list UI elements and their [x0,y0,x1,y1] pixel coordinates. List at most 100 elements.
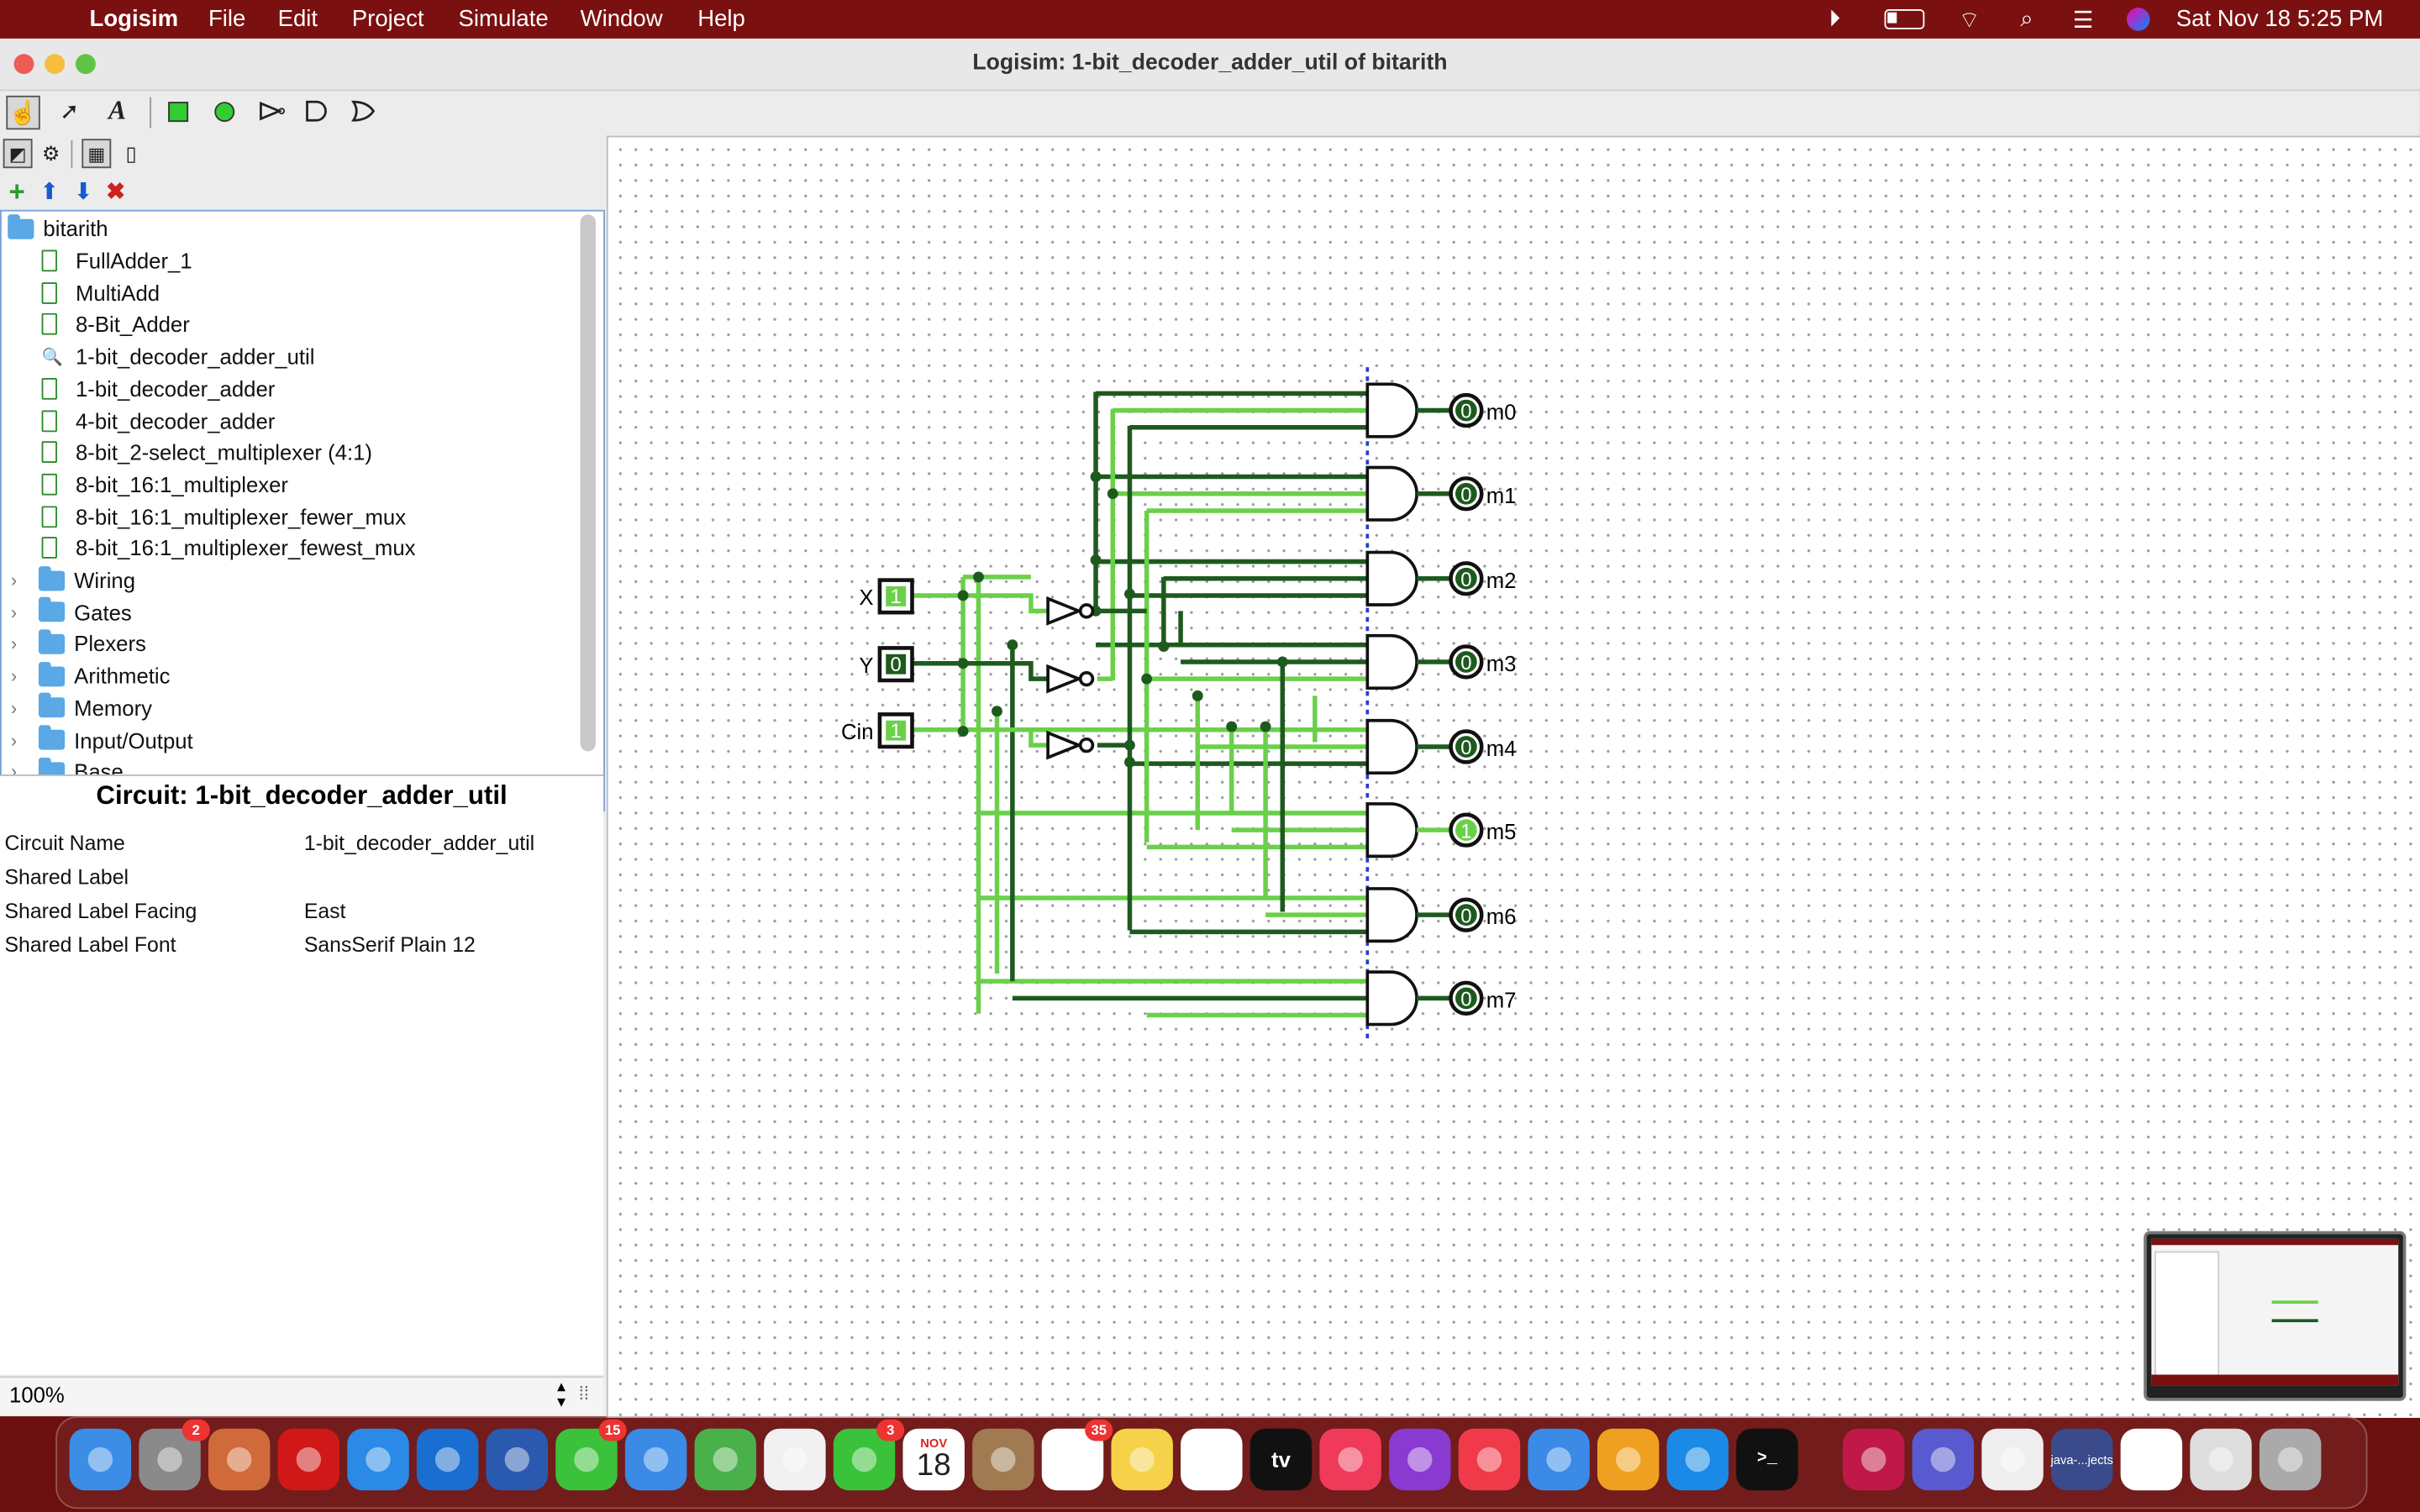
dock-app-podcasts[interactable] [1389,1428,1451,1491]
dock-app-word[interactable] [486,1428,549,1491]
menu-simulate[interactable]: Simulate [458,6,548,32]
project-root[interactable]: bitarith [8,213,108,244]
and-gate[interactable] [1365,802,1418,858]
library-item[interactable]: › Arithmetic [11,660,170,691]
wifi-icon[interactable]: ⌔ [1959,6,1981,35]
dock-app-java-jects[interactable]: java-...jects [2051,1428,2113,1491]
dock-app-safari[interactable] [347,1428,409,1491]
edit-layout-icon[interactable]: ◩ [3,139,33,169]
dock-app-pages[interactable] [1597,1428,1660,1491]
chevron-right-icon[interactable]: › [11,729,26,751]
and-gate[interactable] [1365,633,1418,690]
not-gate[interactable] [1046,596,1083,626]
library-item[interactable]: › Memory [11,692,152,723]
and-gate-icon[interactable] [301,96,332,127]
zoom-level[interactable]: 100% [9,1383,65,1407]
dock-app-teams[interactable] [1912,1428,1975,1491]
library-item[interactable]: › Gates [11,596,132,627]
dock-app-raspberry-pi-imager[interactable] [1843,1428,1905,1491]
menu-edit[interactable]: Edit [278,6,318,32]
grid-toggle-icon[interactable]: ⁞⁞ [579,1383,589,1404]
dock-app-finder[interactable] [69,1428,132,1491]
delete-circuit-icon[interactable]: ✖ [100,176,131,207]
dock-app-textedit[interactable] [1981,1428,2044,1491]
chevron-right-icon[interactable]: › [11,601,26,623]
input-pin-icon[interactable] [162,96,193,127]
and-gate[interactable] [1365,465,1418,522]
menu-project[interactable]: Project [352,6,424,32]
search-icon[interactable]: ⌕ [2020,6,2033,32]
dock-app-music[interactable] [1319,1428,1381,1491]
zoom-stepper[interactable]: ▴ ▾ [557,1378,566,1411]
dock-app-document-viewer[interactable] [2190,1428,2252,1491]
circuit-item[interactable]: 🔍 1-bit_decoder_adder_util [42,341,315,372]
dock-app-system-settings[interactable]: 2 [139,1419,210,1491]
play-status-icon[interactable]: ⏵ [1828,6,1840,32]
chevron-right-icon[interactable]: › [11,665,26,687]
dock-app-reminders[interactable]: 35 [1041,1419,1113,1491]
circuit-canvas[interactable]: 0 m0 0 m1 0 m2 0 m3 0 m4 1 m5 0 m6 0 m7 1 X 0 Y 1 Cin [606,135,2420,1418]
or-gate-icon[interactable] [347,96,378,127]
library-item[interactable]: › Input/Output [11,724,193,755]
dock-app-app-store[interactable] [1666,1428,1729,1491]
dock-app-apple-tv[interactable]: tv [1249,1428,1313,1491]
and-gate[interactable] [1365,970,1418,1026]
siri-icon[interactable] [2126,8,2150,31]
not-gate-icon[interactable] [256,96,287,127]
dock-app-freeform[interactable] [1181,1428,1243,1491]
and-gate[interactable] [1365,550,1418,606]
dock-app-calendar[interactable]: NOV 18 [902,1428,965,1491]
circuit-item[interactable]: 8-bit_16:1_multiplexer_fewest_mux [41,533,416,564]
toggle-explorer-icon[interactable]: ▦ [82,139,112,169]
circuit-item[interactable]: 8-bit_16:1_multiplexer_fewer_mux [41,501,406,532]
chevron-right-icon[interactable]: › [11,697,26,719]
dock-app-vs-code[interactable] [416,1428,479,1491]
move-up-icon[interactable]: ⬆ [34,176,65,207]
text-tool-icon[interactable]: A [102,96,133,127]
circuit-item[interactable]: 8-bit_2-select_multiplexer (4:1) [41,437,372,468]
dock-app-opera[interactable] [277,1428,340,1491]
circuit-item[interactable]: 4-bit_decoder_adder [41,405,275,436]
poke-tool-icon[interactable]: ☝ [6,95,40,130]
dock-app-messages[interactable]: 15 [555,1419,627,1491]
menu-window[interactable]: Window [581,6,663,32]
circuit-item[interactable]: 8-Bit_Adder [41,309,190,340]
circuit-item[interactable]: MultiAdd [41,277,160,308]
dock-app-terminal[interactable]: >_ [1736,1428,1798,1491]
attribute-value[interactable]: SansSerif Plain 12 [304,933,476,957]
library-item[interactable]: › Plexers [11,628,146,659]
screenshot-thumbnail[interactable] [2144,1231,2407,1401]
clock[interactable]: Sat Nov 18 5:25 PM [2176,6,2384,32]
circuit-diagram[interactable]: 0 m00 m10 m20 m30 m41 m50 m60 m71X0Y1Cin [608,137,2420,1417]
dock-app-notes[interactable] [1111,1428,1173,1491]
dock-app-launchpad[interactable] [208,1428,271,1491]
and-gate[interactable] [1365,382,1418,438]
and-gate[interactable] [1365,887,1418,943]
add-circuit-icon[interactable]: + [2,175,33,207]
dock-app-photos[interactable] [764,1428,826,1491]
dock-app-contacts[interactable] [972,1428,1034,1491]
dock-app-trash[interactable] [2259,1428,2322,1491]
output-pin-icon[interactable] [208,96,239,127]
library-item[interactable]: › Wiring [11,564,135,596]
dock-app-mail[interactable] [624,1428,687,1491]
move-down-icon[interactable]: ⬇ [68,176,99,207]
circuit-item[interactable]: 1-bit_decoder_adder [41,373,275,404]
not-gate[interactable] [1046,730,1083,760]
chevron-right-icon[interactable]: › [11,633,26,655]
battery-icon[interactable] [1884,9,1925,29]
menu-help[interactable]: Help [697,6,745,32]
dock-app-keynote[interactable] [1528,1428,1590,1491]
dock-app-maps[interactable] [694,1428,756,1491]
attribute-value[interactable]: East [304,900,346,923]
edit-appearance-icon[interactable]: ⚙ [35,139,66,170]
control-center-icon[interactable]: ☰ [2073,6,2094,34]
circuit-item[interactable]: 8-bit_16:1_multiplexer [41,469,288,500]
and-gate[interactable] [1365,718,1418,775]
dock-app-news[interactable] [1458,1428,1521,1491]
dock-app-facetime[interactable]: 3 [833,1419,905,1491]
select-tool-icon[interactable]: ➚ [54,96,85,127]
not-gate[interactable] [1046,664,1083,694]
chevron-right-icon[interactable]: › [11,570,26,591]
attribute-value[interactable]: 1-bit_decoder_adder_util [304,832,534,855]
